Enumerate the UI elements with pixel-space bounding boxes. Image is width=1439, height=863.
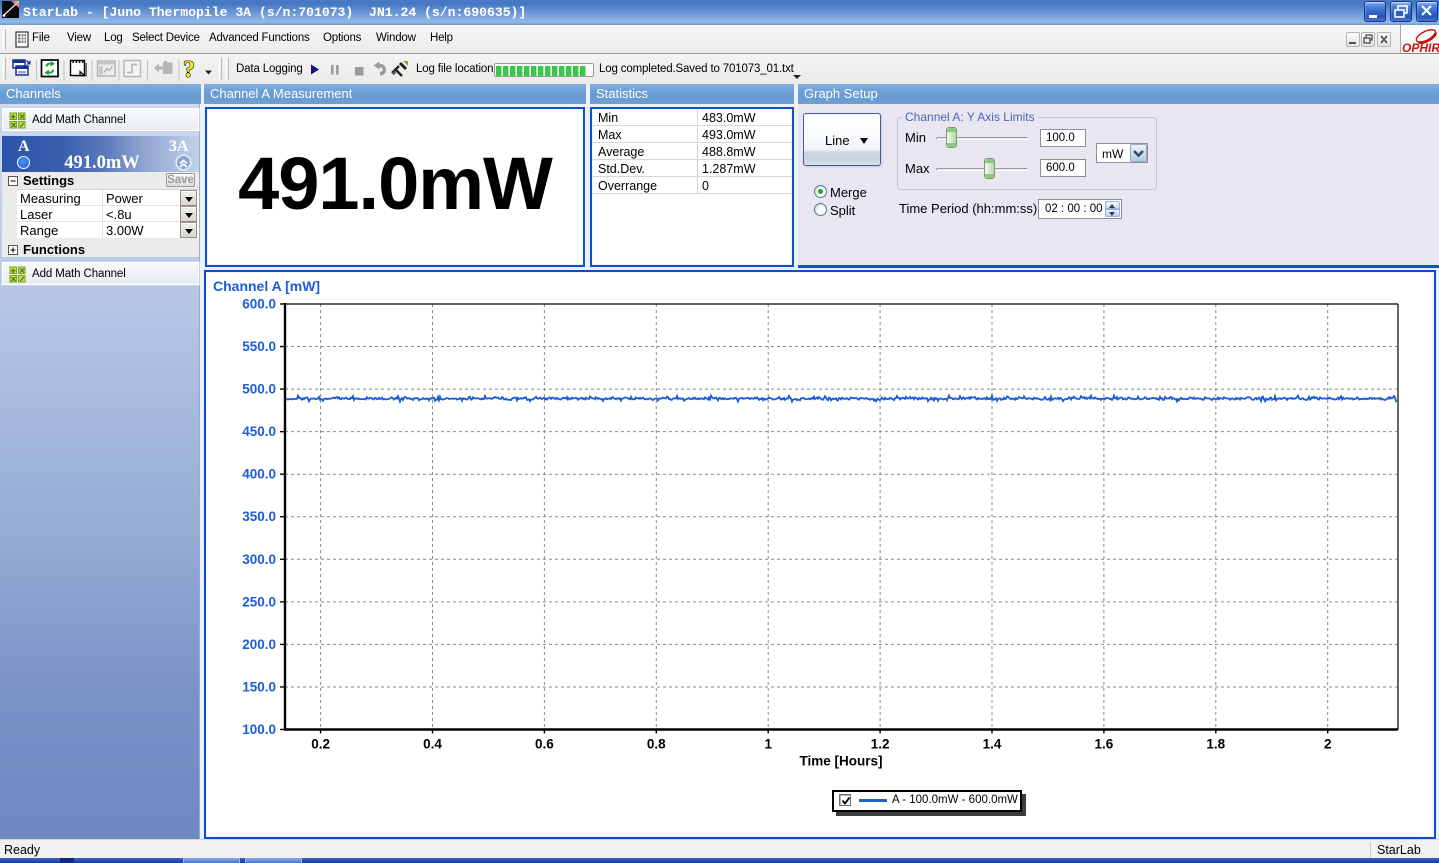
svg-text:100.0: 100.0 [242, 722, 276, 737]
svg-text:400.0: 400.0 [242, 467, 276, 482]
svg-text:1.4: 1.4 [983, 737, 1002, 752]
svg-text:0.2: 0.2 [311, 737, 330, 752]
svg-text:1.6: 1.6 [1095, 737, 1114, 752]
svg-text:1.2: 1.2 [871, 737, 890, 752]
svg-text:0.4: 0.4 [423, 737, 442, 752]
svg-text:600.0: 600.0 [242, 297, 276, 312]
svg-text:0.8: 0.8 [647, 737, 666, 752]
svg-text:1: 1 [764, 737, 772, 752]
svg-text:150.0: 150.0 [242, 679, 276, 694]
svg-text:250.0: 250.0 [242, 594, 276, 609]
svg-text:450.0: 450.0 [242, 424, 276, 439]
svg-text:Time [Hours]: Time [Hours] [799, 754, 882, 769]
svg-text:?: ? [183, 57, 195, 83]
svg-text:550.0: 550.0 [242, 339, 276, 354]
svg-text:200.0: 200.0 [242, 637, 276, 652]
svg-text:300.0: 300.0 [242, 552, 276, 567]
svg-text:1.8: 1.8 [1206, 737, 1225, 752]
svg-text:2: 2 [1324, 737, 1332, 752]
svg-text:0.6: 0.6 [535, 737, 554, 752]
svg-text:OPHIR: OPHIR [1402, 41, 1439, 54]
svg-text:350.0: 350.0 [242, 509, 276, 524]
svg-text:500.0: 500.0 [242, 382, 276, 397]
